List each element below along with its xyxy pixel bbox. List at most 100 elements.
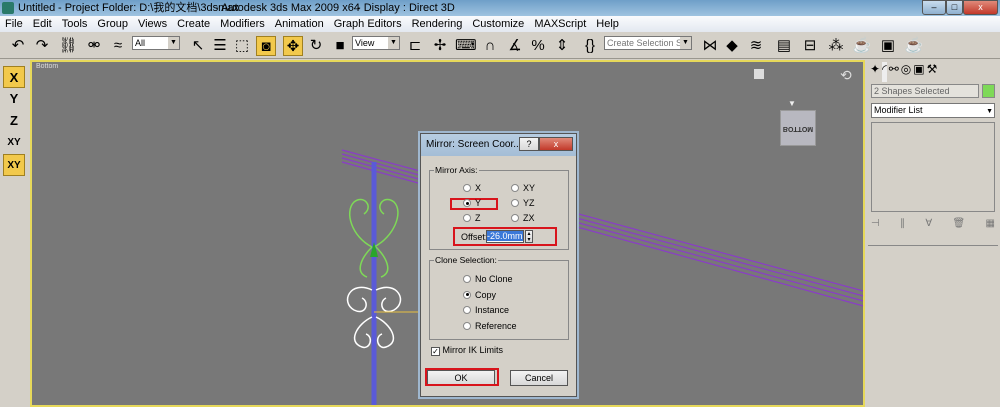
chevron-down-icon: ▼ (986, 108, 993, 115)
scale-icon[interactable]: ■ (330, 36, 350, 56)
render-setup-icon[interactable]: ☕ (852, 36, 872, 56)
clone-radio-instance[interactable]: Instance (463, 305, 509, 315)
radio-label: Z (475, 213, 481, 223)
quick-render-icon[interactable]: ☕ (904, 36, 924, 56)
menu-maxscript[interactable]: MAXScript (529, 16, 591, 32)
select-by-name-icon[interactable]: ☰ (210, 36, 230, 56)
redo-icon[interactable]: ↷ (32, 36, 52, 56)
snap-icon[interactable]: ∩ (480, 36, 500, 56)
configure-sets-icon[interactable]: ▦ (986, 218, 995, 236)
rect-region-icon[interactable]: ⬚ (232, 36, 252, 56)
show-end-result-icon[interactable]: ∥ (900, 218, 905, 236)
axis-constraint-z[interactable]: Z (3, 110, 25, 132)
modify-tab-icon[interactable]: ◜ (882, 62, 887, 82)
menu-modifiers[interactable]: Modifiers (215, 16, 270, 32)
radio-label: No Clone (475, 274, 513, 284)
radio-icon (511, 184, 519, 192)
mirror-axis-radio-x[interactable]: X (463, 183, 481, 193)
window-crossing-icon[interactable]: ◙ (256, 36, 276, 56)
radio-icon (463, 214, 471, 222)
select-icon[interactable]: ↖ (188, 36, 208, 56)
undo-icon[interactable]: ↶ (8, 36, 28, 56)
modifier-list-dropdown[interactable]: Modifier List ▼ (871, 103, 995, 118)
schematic-icon[interactable]: ⊟ (800, 36, 820, 56)
cancel-button[interactable]: Cancel (510, 370, 568, 386)
close-button[interactable]: x (963, 0, 998, 15)
named-sets-icon[interactable]: {} (580, 36, 600, 56)
mirror-icon[interactable]: ⋈ (700, 36, 720, 56)
home-icon[interactable] (754, 69, 764, 79)
manipulate-icon[interactable]: ✢ (430, 36, 450, 56)
create-tab-icon[interactable]: ✦ (870, 62, 880, 82)
radio-icon (463, 184, 471, 192)
rendered-frame-icon[interactable]: ▣ (878, 36, 898, 56)
menu-file[interactable]: File (0, 16, 28, 32)
menu-views[interactable]: Views (133, 16, 172, 32)
radio-label: Instance (475, 305, 510, 315)
motion-tab-icon[interactable]: ◎ (901, 62, 911, 82)
percent-snap-icon[interactable]: % (528, 36, 548, 56)
orbit-arrow-icon[interactable]: ⟲ (840, 67, 852, 84)
hierarchy-tab-icon[interactable]: ⚯ (889, 62, 899, 82)
reference-coord-dropdown-value: View (355, 38, 375, 48)
pivot-icon[interactable]: ⊏ (405, 36, 425, 56)
dialog-close-button[interactable]: x (539, 137, 573, 151)
select-link-icon[interactable]: ⛓ (58, 36, 78, 56)
unlink-icon[interactable]: ⚮ (84, 36, 104, 56)
mirror-axis-radio-z[interactable]: Z (463, 213, 481, 223)
keyboard-shortcut-icon[interactable]: ⌨ (455, 36, 477, 56)
mirror-ik-checkbox[interactable]: ✓ Mirror IK Limits (431, 345, 503, 356)
display-tab-icon[interactable]: ▣ (913, 62, 924, 82)
curve-editor-icon[interactable]: ▤ (774, 36, 794, 56)
mirror-axis-radio-y[interactable]: Y (463, 198, 481, 208)
axis-constraint-y[interactable]: Y (3, 88, 25, 110)
mirror-axis-radio-xy[interactable]: XY (511, 183, 535, 193)
stack-controls: ⊣ ∥ ∀ 🗑 ▦ (871, 218, 995, 236)
axis-constraint-xy[interactable]: XY (3, 132, 25, 154)
menu-animation[interactable]: Animation (270, 16, 329, 32)
align-icon[interactable]: ◆ (722, 36, 742, 56)
material-editor-icon[interactable]: ⁂ (826, 36, 846, 56)
object-color-swatch[interactable] (982, 84, 995, 98)
axis-constraint-xy-cycle[interactable]: XY (3, 154, 25, 176)
command-panel: ✦ ◜ ⚯ ◎ ▣ ⚒ 2 Shapes Selected Modifier List ▼ … (866, 60, 1000, 407)
remove-modifier-icon[interactable]: 🗑 (953, 218, 966, 236)
utilities-tab-icon[interactable]: ⚒ (927, 62, 938, 82)
make-unique-icon[interactable]: ∀ (925, 218, 932, 236)
move-icon[interactable]: ✥ (283, 36, 303, 56)
mirror-axis-radio-yz[interactable]: YZ (511, 198, 535, 208)
menu-help[interactable]: Help (591, 16, 624, 32)
pin-stack-icon[interactable]: ⊣ (871, 218, 880, 236)
axis-constraint-x[interactable]: X (3, 66, 25, 88)
clone-radio-copy[interactable]: Copy (463, 290, 496, 300)
layers-icon[interactable]: ≋ (746, 36, 766, 56)
selection-filter-dropdown[interactable]: All ▼ (132, 36, 180, 50)
named-selection-set-input[interactable]: Create Selection Set ▼ (604, 36, 692, 50)
angle-snap-icon[interactable]: ∡ (505, 36, 525, 56)
chevron-down-icon: ▼ (680, 37, 691, 49)
maximize-button[interactable]: □ (946, 0, 963, 15)
radio-icon (511, 199, 519, 207)
spinner-snap-icon[interactable]: ⇕ (552, 36, 572, 56)
minimize-button[interactable]: – (922, 0, 946, 15)
menu-group[interactable]: Group (92, 16, 133, 32)
menu-customize[interactable]: Customize (467, 16, 529, 32)
menu-edit[interactable]: Edit (28, 16, 57, 32)
bind-space-warp-icon[interactable]: ≈ (108, 36, 128, 56)
help-button[interactable]: ? (519, 137, 539, 151)
menu-graph-editors[interactable]: Graph Editors (329, 16, 407, 32)
clone-radio-no-clone[interactable]: No Clone (463, 274, 513, 284)
radio-label: XY (523, 183, 536, 193)
clone-radio-reference[interactable]: Reference (463, 321, 517, 331)
menu-rendering[interactable]: Rendering (407, 16, 468, 32)
menu-tools[interactable]: Tools (57, 16, 93, 32)
viewcube[interactable]: BOTTOM (780, 110, 816, 146)
reference-coord-dropdown[interactable]: View ▼ (352, 36, 400, 50)
viewcube-arrow-icon[interactable]: ▼ (788, 99, 796, 108)
rotate-icon[interactable]: ↻ (306, 36, 326, 56)
selection-name-field[interactable]: 2 Shapes Selected (871, 84, 979, 98)
radio-icon (463, 199, 471, 207)
modifier-stack[interactable] (871, 122, 995, 212)
menu-create[interactable]: Create (172, 16, 215, 32)
mirror-axis-radio-zx[interactable]: ZX (511, 213, 535, 223)
